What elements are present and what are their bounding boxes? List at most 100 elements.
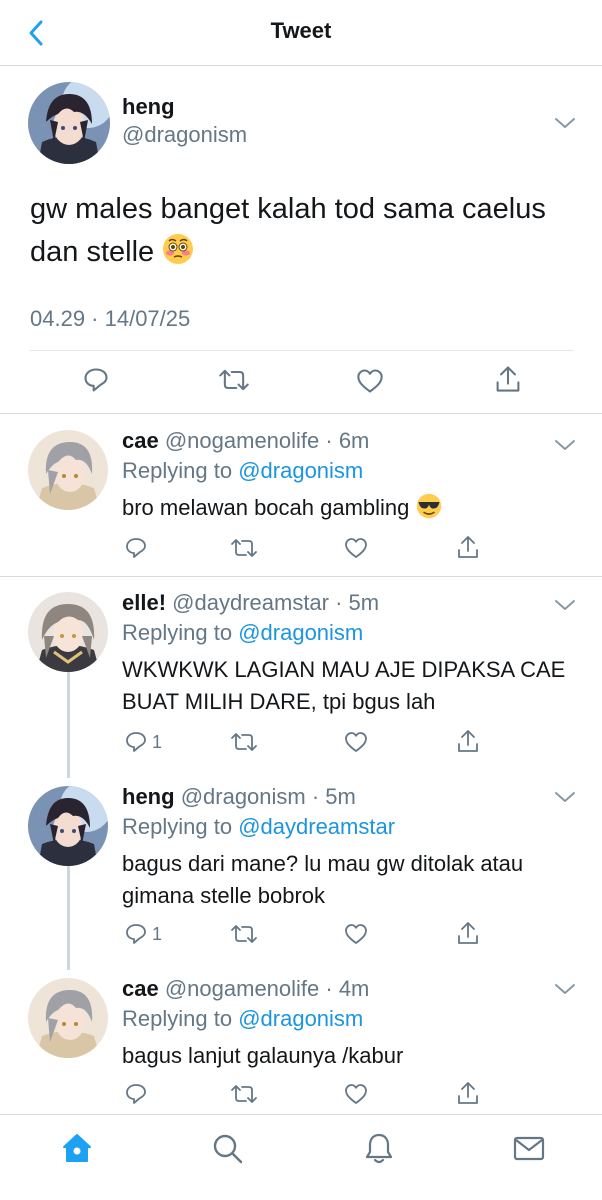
- share-icon: [458, 730, 478, 752]
- reply-text-content: bro melawan bocah gambling: [122, 495, 410, 520]
- retweet-button[interactable]: [230, 536, 258, 560]
- avatar[interactable]: [28, 430, 108, 510]
- avatar[interactable]: [28, 592, 108, 672]
- chevron-down-icon[interactable]: [554, 982, 576, 996]
- reply-button[interactable]: [124, 536, 152, 560]
- reply-icon: [126, 732, 146, 752]
- replying-to: Replying to @dragonism: [122, 620, 363, 646]
- reply-meta: elle! @daydreamstar · 5m: [122, 590, 379, 616]
- reply-text: bagus dari mane? lu mau gw ditolak atau …: [122, 851, 524, 908]
- replying-to: Replying to @dragonism: [122, 458, 363, 484]
- share-icon: [458, 1082, 478, 1104]
- reply-button[interactable]: [82, 366, 110, 394]
- replying-to-label: Replying to: [122, 814, 233, 839]
- retweet-button[interactable]: [218, 366, 250, 394]
- author-handle-time: @nogamenolife · 6m: [164, 428, 370, 453]
- author-handle[interactable]: @dragonism: [122, 122, 247, 148]
- share-button[interactable]: [494, 364, 522, 394]
- share-button[interactable]: [456, 534, 480, 560]
- retweet-icon: [231, 1085, 257, 1103]
- reply-button[interactable]: [124, 1082, 152, 1106]
- messages-icon[interactable]: [512, 1131, 546, 1165]
- reply-count: 1: [152, 923, 163, 944]
- share-button[interactable]: [456, 728, 480, 754]
- share-button[interactable]: [456, 1080, 480, 1106]
- author-handle-time: @nogamenolife · 4m: [164, 976, 370, 1001]
- retweet-icon: [231, 925, 257, 943]
- bottom-tab-bar: [0, 1114, 602, 1200]
- replying-to-label: Replying to: [122, 458, 233, 483]
- reply-text: WKWKWK LAGIAN MAU AJE DIPAKSA CAE BUAT M…: [122, 657, 566, 714]
- author-name[interactable]: cae: [122, 428, 159, 453]
- replying-to-link[interactable]: @dragonism: [238, 1006, 363, 1031]
- replying-to-label: Replying to: [122, 1006, 233, 1031]
- reply-tweet[interactable]: heng @dragonism · 5m Replying to @daydre…: [0, 770, 602, 962]
- reply-tweet[interactable]: cae @nogamenolife · 6m Replying to @drag…: [0, 414, 602, 576]
- reply-icon: [126, 538, 146, 558]
- author-name[interactable]: elle!: [122, 590, 166, 615]
- retweet-button[interactable]: [230, 730, 258, 754]
- sunglasses-face-icon: [416, 493, 441, 519]
- page-title: Tweet: [270, 18, 332, 43]
- reply-button[interactable]: 1: [124, 730, 162, 754]
- flushed-face-icon: [163, 234, 194, 264]
- author-name[interactable]: heng: [122, 784, 175, 809]
- replying-to-link[interactable]: @daydreamstar: [238, 814, 395, 839]
- share-button[interactable]: [456, 920, 480, 946]
- reply-text: bagus lanjut galaunya /kabur: [122, 1043, 404, 1068]
- reply-tweet[interactable]: cae @nogamenolife · 4m Replying to @drag…: [0, 962, 602, 1114]
- replying-to: Replying to @daydreamstar: [122, 814, 395, 840]
- like-button[interactable]: [344, 1083, 368, 1105]
- like-button[interactable]: [356, 368, 384, 394]
- author-handle-time: @dragonism · 5m: [180, 784, 356, 809]
- reply-icon: [126, 924, 146, 944]
- retweet-icon: [231, 733, 257, 751]
- heart-icon: [345, 538, 367, 558]
- retweet-button[interactable]: [230, 922, 258, 946]
- heart-icon: [357, 369, 383, 393]
- like-button[interactable]: [344, 537, 368, 559]
- tweet-text: gw males banget kalah tod sama caelus da…: [30, 188, 570, 274]
- home-icon[interactable]: [60, 1131, 94, 1165]
- retweet-button[interactable]: [230, 1082, 258, 1106]
- heart-icon: [345, 1084, 367, 1104]
- replying-to-link[interactable]: @dragonism: [238, 620, 363, 645]
- reply-count: 1: [152, 731, 163, 752]
- author-name[interactable]: heng: [122, 94, 175, 120]
- reply-meta: heng @dragonism · 5m: [122, 784, 356, 810]
- avatar[interactable]: [28, 978, 108, 1058]
- reply-icon: [126, 1084, 146, 1104]
- author-name[interactable]: cae: [122, 976, 159, 1001]
- share-icon: [458, 536, 478, 558]
- reply-meta: cae @nogamenolife · 6m: [122, 428, 369, 454]
- reply-meta: cae @nogamenolife · 4m: [122, 976, 369, 1002]
- chevron-down-icon[interactable]: [554, 438, 576, 452]
- chevron-down-icon[interactable]: [554, 598, 576, 612]
- tweet-text-content: gw males banget kalah tod sama caelus da…: [30, 193, 546, 268]
- share-icon: [458, 922, 478, 944]
- author-handle-time: @daydreamstar · 5m: [172, 590, 380, 615]
- top-bar: Tweet: [0, 0, 602, 66]
- replying-to-link[interactable]: @dragonism: [238, 458, 363, 483]
- search-icon[interactable]: [210, 1131, 244, 1165]
- chevron-down-icon[interactable]: [554, 790, 576, 804]
- chevron-down-icon[interactable]: [554, 116, 576, 130]
- reply-icon: [84, 368, 108, 392]
- retweet-icon: [231, 539, 257, 557]
- divider: [30, 350, 574, 351]
- avatar[interactable]: [28, 82, 110, 164]
- like-button[interactable]: [344, 923, 368, 945]
- notifications-icon[interactable]: [362, 1131, 396, 1165]
- avatar[interactable]: [28, 786, 108, 866]
- like-button[interactable]: [344, 731, 368, 753]
- heart-icon: [345, 924, 367, 944]
- reply-button[interactable]: 1: [124, 922, 162, 946]
- replying-to-label: Replying to: [122, 620, 233, 645]
- share-icon: [496, 366, 520, 392]
- main-tweet: heng @dragonism gw males banget kalah to…: [0, 66, 602, 414]
- tweet-timestamp: 04.29 · 14/07/25: [30, 306, 191, 331]
- replying-to: Replying to @dragonism: [122, 1006, 363, 1032]
- reply-text: bro melawan bocah gambling: [122, 492, 572, 524]
- heart-icon: [345, 732, 367, 752]
- reply-tweet[interactable]: elle! @daydreamstar · 5m Replying to @dr…: [0, 576, 602, 768]
